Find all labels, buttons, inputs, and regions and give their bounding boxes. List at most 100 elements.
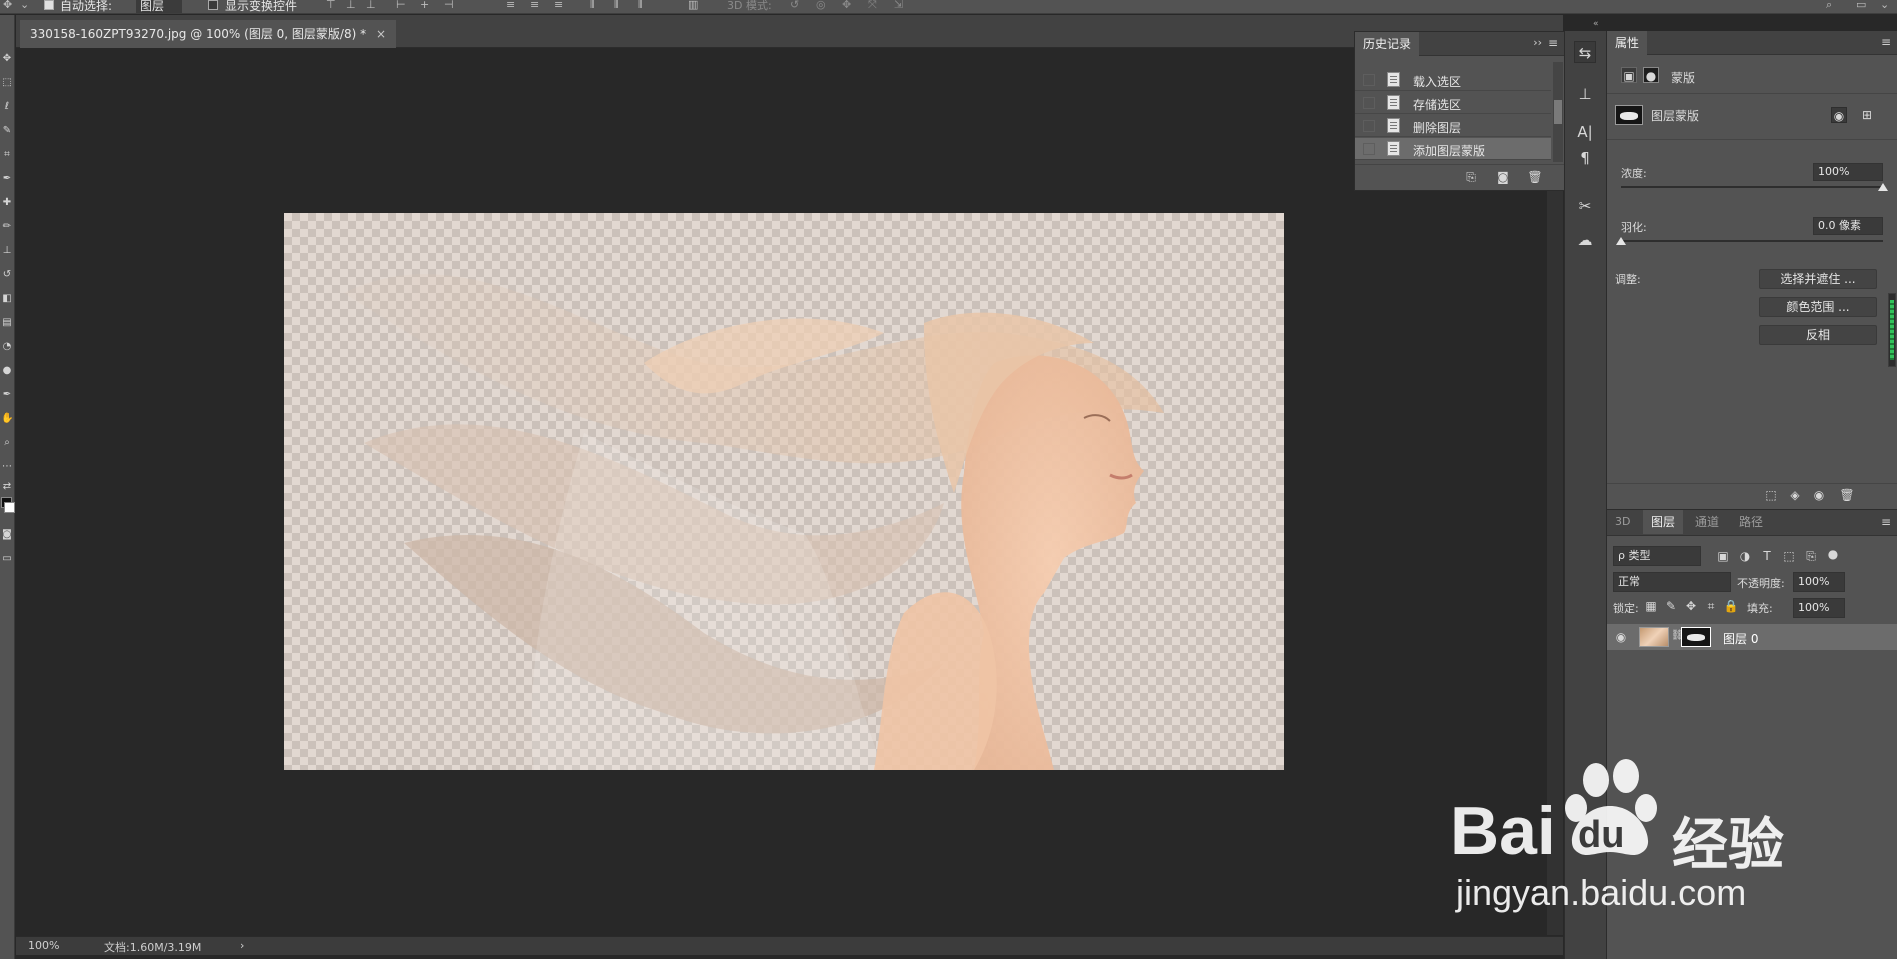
history-source-box[interactable]: [1363, 74, 1375, 86]
layer-mask-thumbnail[interactable]: [1681, 627, 1711, 647]
workspace-icon[interactable]: ▭: [1856, 0, 1866, 11]
lock-all-icon[interactable]: 🔒: [1723, 598, 1739, 614]
crop-tool-icon[interactable]: ⌗: [1, 149, 13, 161]
tab-history[interactable]: 历史记录: [1355, 32, 1420, 56]
visibility-eye-icon[interactable]: ◉: [1811, 487, 1827, 503]
lock-position-icon[interactable]: ✥: [1683, 598, 1699, 614]
healing-tool-icon[interactable]: ✚: [1, 197, 13, 209]
auto-select-target-dropdown[interactable]: 图层: [136, 0, 183, 13]
workspace-chevron-icon[interactable]: ⌄: [1880, 0, 1889, 11]
panel-scrollbar[interactable]: [1888, 293, 1896, 367]
lasso-tool-icon[interactable]: ℓ: [1, 101, 13, 113]
distribute-right-icon[interactable]: ⫴: [638, 0, 643, 12]
layer-name[interactable]: 图层 0: [1723, 630, 1758, 647]
load-selection-icon[interactable]: ⬚: [1763, 487, 1779, 503]
zoom-level[interactable]: 100%: [28, 939, 59, 952]
panel-menu-icon[interactable]: ≡: [1881, 515, 1891, 529]
paragraph-icon[interactable]: ¶: [1574, 147, 1596, 169]
quick-mask-icon[interactable]: ◙: [1, 529, 13, 541]
layer-row[interactable]: ◉ ⛓ 图层 0: [1607, 624, 1897, 650]
new-document-from-state-icon[interactable]: ⎘: [1463, 169, 1479, 185]
feather-slider-knob[interactable]: [1616, 237, 1626, 245]
collapse-icon[interactable]: ››: [1533, 36, 1542, 49]
filter-toggle-icon[interactable]: ●: [1825, 546, 1841, 562]
add-vector-mask-icon[interactable]: ⊞: [1859, 107, 1875, 123]
vector-mask-icon[interactable]: ◉: [1831, 107, 1847, 123]
eraser-tool-icon[interactable]: ◧: [1, 293, 13, 305]
history-source-box[interactable]: [1363, 143, 1375, 155]
trash-icon[interactable]: 🗑: [1839, 487, 1855, 503]
3d-roll-icon[interactable]: ◎: [816, 0, 826, 11]
status-arrow-icon[interactable]: ›: [240, 939, 244, 952]
lock-transparent-icon[interactable]: ▦: [1643, 598, 1659, 614]
more-tools-icon[interactable]: ⋯: [1, 461, 13, 473]
filter-adjustment-icon[interactable]: ◑: [1737, 548, 1753, 564]
distribute-bottom-icon[interactable]: ≡: [554, 0, 563, 11]
history-item[interactable]: 载入选区: [1355, 69, 1551, 91]
layer-mask-thumbnail[interactable]: [1615, 105, 1643, 125]
apply-mask-icon[interactable]: ◈: [1787, 487, 1803, 503]
filter-smart-object-icon[interactable]: ⎘: [1803, 548, 1819, 564]
color-range-button[interactable]: 颜色范围 ...: [1759, 297, 1877, 317]
3d-pan-icon[interactable]: ✥: [842, 0, 851, 11]
panel-menu-icon[interactable]: ≡: [1881, 35, 1891, 49]
tab-properties[interactable]: 属性: [1607, 31, 1648, 55]
align-vcenter-icon[interactable]: ⊥: [346, 0, 356, 11]
gradient-tool-icon[interactable]: ▤: [1, 317, 13, 329]
trash-icon[interactable]: 🗑: [1527, 169, 1543, 185]
document-tab[interactable]: 330158-160ZPT93270.jpg @ 100% (图层 0, 图层蒙…: [20, 20, 397, 48]
pen-tool-icon[interactable]: ✒: [1, 389, 13, 401]
layer-thumbnail[interactable]: [1639, 627, 1669, 647]
tools-icon[interactable]: ✂: [1574, 195, 1596, 217]
density-field[interactable]: 100%: [1813, 163, 1883, 181]
history-source-box[interactable]: [1363, 97, 1375, 109]
history-scrollbar[interactable]: [1553, 62, 1563, 162]
3d-rotate-icon[interactable]: ↺: [790, 0, 799, 11]
align-right-icon[interactable]: ⊣: [444, 0, 454, 11]
auto-align-icon[interactable]: ▥: [688, 0, 698, 11]
tool-preset-chevron-icon[interactable]: ⌄: [20, 0, 29, 11]
visibility-eye-icon[interactable]: ◉: [1613, 629, 1629, 645]
character-icon[interactable]: A|: [1574, 121, 1596, 143]
history-item[interactable]: 存储选区: [1355, 92, 1551, 114]
history-item[interactable]: 删除图层: [1355, 115, 1551, 137]
brush-settings-icon[interactable]: ⊥: [1574, 83, 1596, 105]
tab-3d[interactable]: 3D: [1607, 510, 1638, 534]
filter-type-icon[interactable]: T: [1759, 548, 1775, 564]
tab-layers[interactable]: 图层: [1643, 510, 1684, 534]
align-left-icon[interactable]: ⊢: [396, 0, 406, 11]
blend-mode-dropdown[interactable]: 正常: [1613, 572, 1731, 592]
distribute-hcenter-icon[interactable]: ⫴: [614, 0, 619, 12]
distribute-vcenter-icon[interactable]: ≡: [530, 0, 539, 11]
history-brush-tool-icon[interactable]: ↺: [1, 269, 13, 281]
libraries-icon[interactable]: ☁: [1574, 229, 1596, 251]
lock-pixels-icon[interactable]: ✎: [1663, 598, 1679, 614]
dock-collapse-icon[interactable]: «: [1593, 19, 1599, 29]
align-bottom-icon[interactable]: ⊥: [366, 0, 376, 11]
fill-field[interactable]: 100%: [1793, 598, 1845, 618]
dodge-tool-icon[interactable]: ●: [1, 365, 13, 377]
invert-button[interactable]: 反相: [1759, 325, 1877, 345]
feather-slider-track[interactable]: [1621, 240, 1883, 242]
snapshot-camera-icon[interactable]: ◙: [1495, 169, 1511, 185]
move-tool-icon[interactable]: ✥: [1, 53, 13, 65]
opacity-field[interactable]: 100%: [1793, 572, 1845, 592]
3d-slide-icon[interactable]: ⤧: [868, 0, 877, 12]
screen-mode-icon[interactable]: ▭: [1, 553, 13, 565]
zoom-tool-icon[interactable]: ⌕: [1, 437, 13, 449]
mask-mode-icon[interactable]: ●: [1643, 67, 1659, 83]
align-hcenter-icon[interactable]: +: [420, 0, 429, 11]
auto-select-checkbox[interactable]: [44, 0, 54, 11]
quick-select-tool-icon[interactable]: ✎: [1, 125, 13, 137]
select-and-mask-button[interactable]: 选择并遮住 ...: [1759, 269, 1877, 289]
background-color-swatch[interactable]: [4, 502, 15, 513]
move-tool-icon[interactable]: ✥: [3, 0, 12, 11]
filter-shape-icon[interactable]: ⬚: [1781, 548, 1797, 564]
document-canvas-image[interactable]: [284, 213, 1284, 770]
history-item-active[interactable]: 添加图层蒙版: [1355, 138, 1551, 160]
distribute-left-icon[interactable]: ⫴: [590, 0, 595, 12]
swap-colors-icon[interactable]: ⇄: [1, 481, 13, 493]
pixel-mask-thumb-icon[interactable]: ▣: [1621, 67, 1637, 83]
density-slider-track[interactable]: [1621, 186, 1883, 188]
density-slider-knob[interactable]: [1878, 183, 1888, 191]
